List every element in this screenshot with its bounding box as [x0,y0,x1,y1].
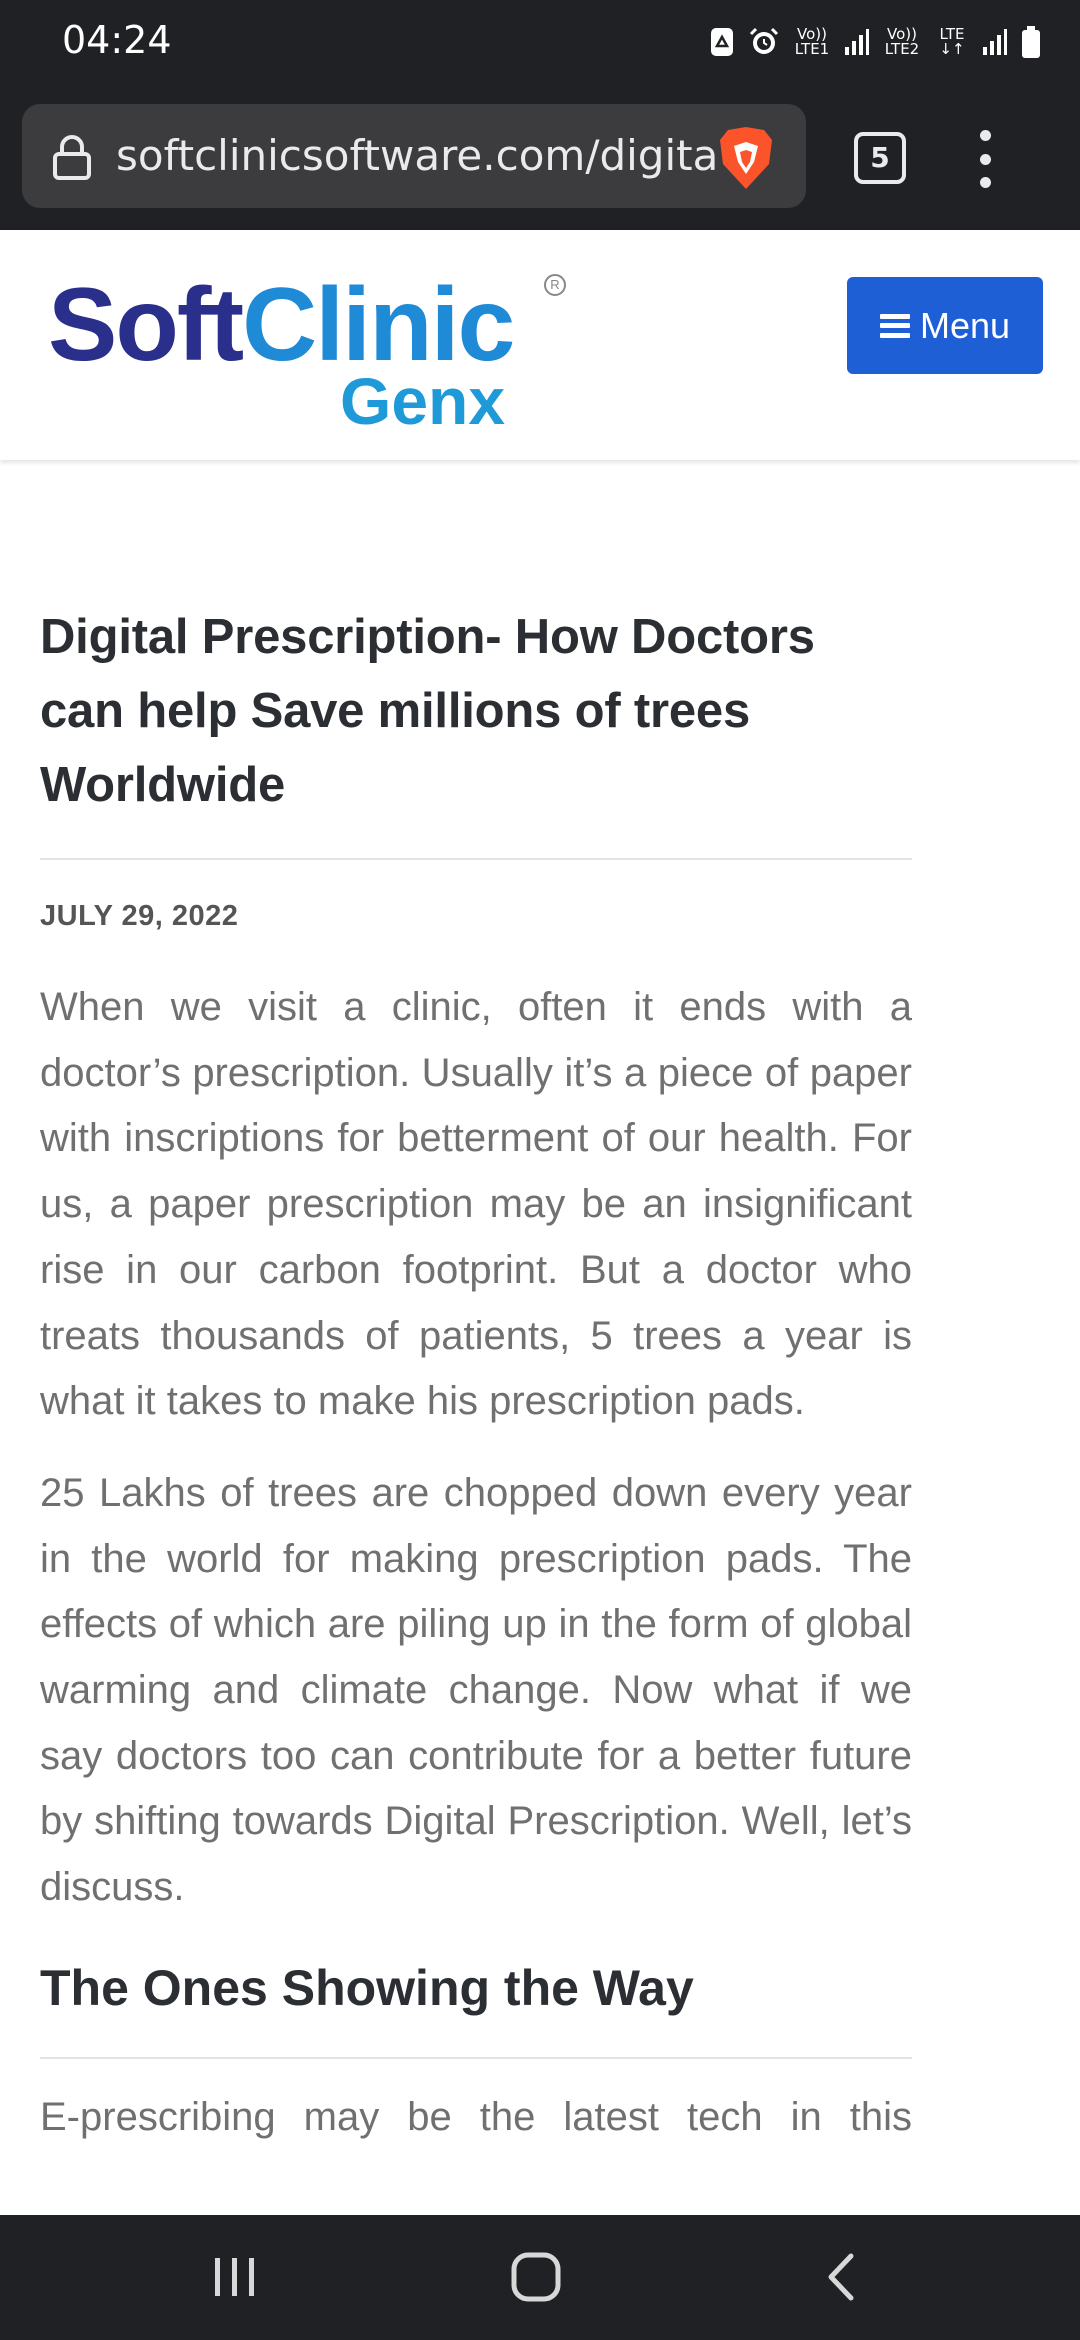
article-paragraph-3: E-prescribing may be the latest tech in … [40,2094,912,2139]
system-navigation-bar [0,2215,1080,2340]
back-icon[interactable] [810,2245,870,2309]
menu-label: Menu [919,304,1011,346]
battery-icon [1022,26,1040,58]
recycle-notification-icon [711,28,733,56]
section-heading: The Ones Showing the Way [40,1959,694,2016]
title-divider [40,858,912,860]
signal-strength-icon-2 [983,29,1007,55]
article-title: Digital Prescription- How Doctors can he… [40,610,815,812]
browser-toolbar: softclinicsoftware.com/digital-prescript… [0,82,1080,230]
url-text[interactable]: softclinicsoftware.com/digital-prescript… [116,126,716,186]
hamburger-icon [879,313,910,338]
article-paragraph-1: When we visit a clinic, often it ends wi… [40,985,912,1424]
section-divider [40,2056,912,2059]
lock-icon[interactable] [52,134,92,180]
lte-label: LTE ↓↑ [939,25,965,58]
registered-mark: R [544,274,566,296]
menu-button[interactable]: Menu [847,277,1043,374]
status-time: 04:24 [62,18,172,62]
tab-switcher-button[interactable]: 5 [854,132,906,184]
sim1-network-label: Vo)) LTE1 [794,25,830,58]
sim2-network-label: Vo)) LTE2 [884,25,920,58]
brave-shields-icon[interactable] [714,124,778,192]
signal-strength-icon [845,29,869,55]
address-bar[interactable]: softclinicsoftware.com/digital-prescript… [22,104,806,208]
alarm-icon [749,27,779,54]
status-icons: Vo)) LTE1 Vo)) LTE2 LTE ↓↑ [708,22,1042,62]
status-bar: 04:24 Vo)) LTE1 Vo)) LTE2 LTE ↓↑ [0,0,1080,82]
softclinic-logo[interactable]: SoftClinic R Genx [48,267,578,436]
post-date: JULY 29, 2022 [40,900,239,932]
home-icon[interactable] [502,2245,570,2309]
site-header: SoftClinic R Genx Menu [0,230,1080,460]
logo-genx-text: Genx [340,364,506,438]
recent-apps-icon[interactable] [200,2245,270,2309]
article-paragraph-2: 25 Lakhs of trees are chopped down every… [40,1470,912,1910]
article: Digital Prescription- How Doctors can he… [40,600,912,2151]
more-options-icon[interactable] [972,130,998,188]
logo-soft-text: Soft [48,267,244,383]
